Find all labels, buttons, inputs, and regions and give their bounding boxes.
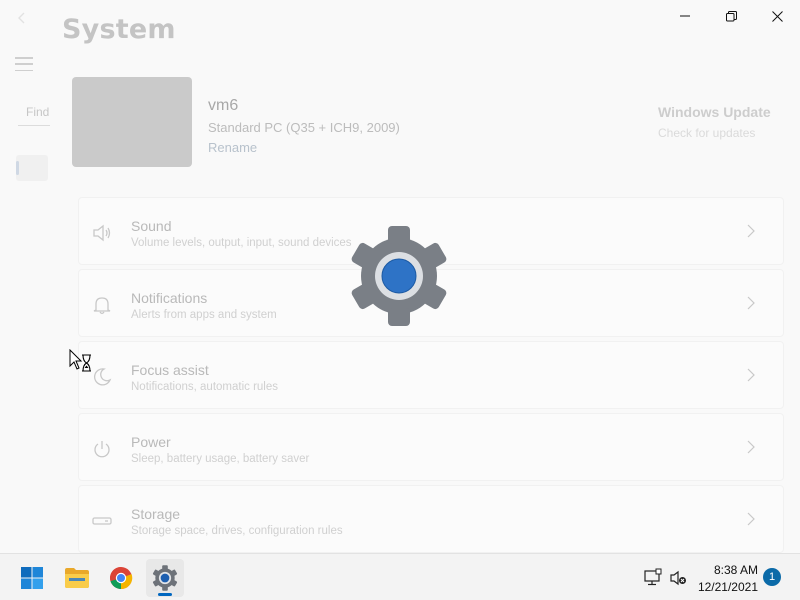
setting-title: Focus assist bbox=[131, 362, 209, 378]
bell-icon bbox=[91, 294, 113, 316]
network-icon[interactable] bbox=[643, 568, 663, 588]
setting-row-power[interactable]: Power Sleep, battery usage, battery save… bbox=[78, 413, 784, 481]
start-button[interactable] bbox=[13, 559, 51, 597]
chevron-right-icon bbox=[747, 512, 755, 526]
notification-count-badge[interactable]: 1 bbox=[763, 568, 781, 586]
setting-description: Sleep, battery usage, battery saver bbox=[131, 453, 310, 465]
settings-window: System Find a setting vm6 Standard PC (Q… bbox=[0, 0, 800, 553]
taskbar-chrome[interactable] bbox=[102, 559, 140, 597]
chrome-icon bbox=[110, 567, 133, 590]
gear-icon bbox=[152, 565, 178, 591]
power-icon bbox=[91, 438, 113, 460]
window-controls bbox=[662, 0, 800, 32]
setting-row-storage[interactable]: Storage Storage space, drives, configura… bbox=[78, 485, 784, 553]
chevron-right-icon bbox=[747, 224, 755, 238]
restore-icon bbox=[725, 10, 737, 21]
windows-update-title[interactable]: Windows Update bbox=[658, 104, 771, 120]
system-clock[interactable]: 8:38 AM 12/21/2021 bbox=[698, 562, 758, 596]
minimize-button[interactable] bbox=[662, 0, 708, 32]
restore-button[interactable] bbox=[708, 0, 754, 32]
search-placeholder: Find a setting bbox=[26, 105, 50, 119]
setting-title: Sound bbox=[131, 218, 172, 234]
windows-logo-icon bbox=[21, 567, 43, 589]
setting-description: Storage space, drives, configuration rul… bbox=[131, 525, 343, 537]
device-model: Standard PC (Q35 + ICH9, 2009) bbox=[208, 120, 400, 135]
setting-title: Storage bbox=[131, 506, 181, 522]
setting-description: Alerts from apps and system bbox=[131, 309, 277, 321]
search-input[interactable]: Find a setting bbox=[18, 98, 50, 126]
setting-row-focus-assist[interactable]: Focus assist Notifications, automatic ru… bbox=[78, 341, 784, 409]
active-indicator bbox=[158, 593, 172, 596]
setting-description: Notifications, automatic rules bbox=[131, 381, 279, 393]
close-icon bbox=[771, 10, 783, 22]
chevron-right-icon bbox=[747, 296, 755, 310]
chevron-right-icon bbox=[747, 368, 755, 382]
windows-update-subtitle: Check for updates bbox=[658, 126, 756, 140]
taskbar: 8:38 AM 12/21/2021 1 bbox=[0, 553, 800, 600]
device-name: vm6 bbox=[208, 97, 239, 114]
back-arrow-icon[interactable] bbox=[14, 10, 30, 26]
minimize-icon bbox=[680, 15, 690, 17]
hamburger-menu-icon[interactable] bbox=[15, 57, 33, 71]
page-title: System bbox=[62, 14, 176, 45]
setting-title: Power bbox=[131, 434, 171, 450]
clock-date: 12/21/2021 bbox=[697, 580, 758, 594]
drive-icon bbox=[91, 510, 113, 532]
close-button[interactable] bbox=[754, 0, 800, 32]
device-image bbox=[72, 77, 192, 167]
speaker-icon bbox=[91, 222, 113, 244]
sidebar-item-system[interactable] bbox=[16, 155, 48, 181]
folder-icon bbox=[65, 568, 89, 588]
loading-gear-icon bbox=[348, 225, 450, 327]
taskbar-settings[interactable] bbox=[146, 559, 184, 597]
setting-title: Notifications bbox=[131, 290, 208, 306]
clock-time: 8:38 AM bbox=[713, 563, 758, 577]
chevron-right-icon bbox=[747, 440, 755, 454]
setting-description: Volume levels, output, input, sound devi… bbox=[131, 237, 352, 249]
taskbar-file-explorer[interactable] bbox=[58, 559, 96, 597]
busy-cursor-icon bbox=[69, 348, 95, 373]
rename-link[interactable]: Rename bbox=[208, 140, 257, 155]
volume-muted-icon[interactable] bbox=[668, 568, 688, 588]
